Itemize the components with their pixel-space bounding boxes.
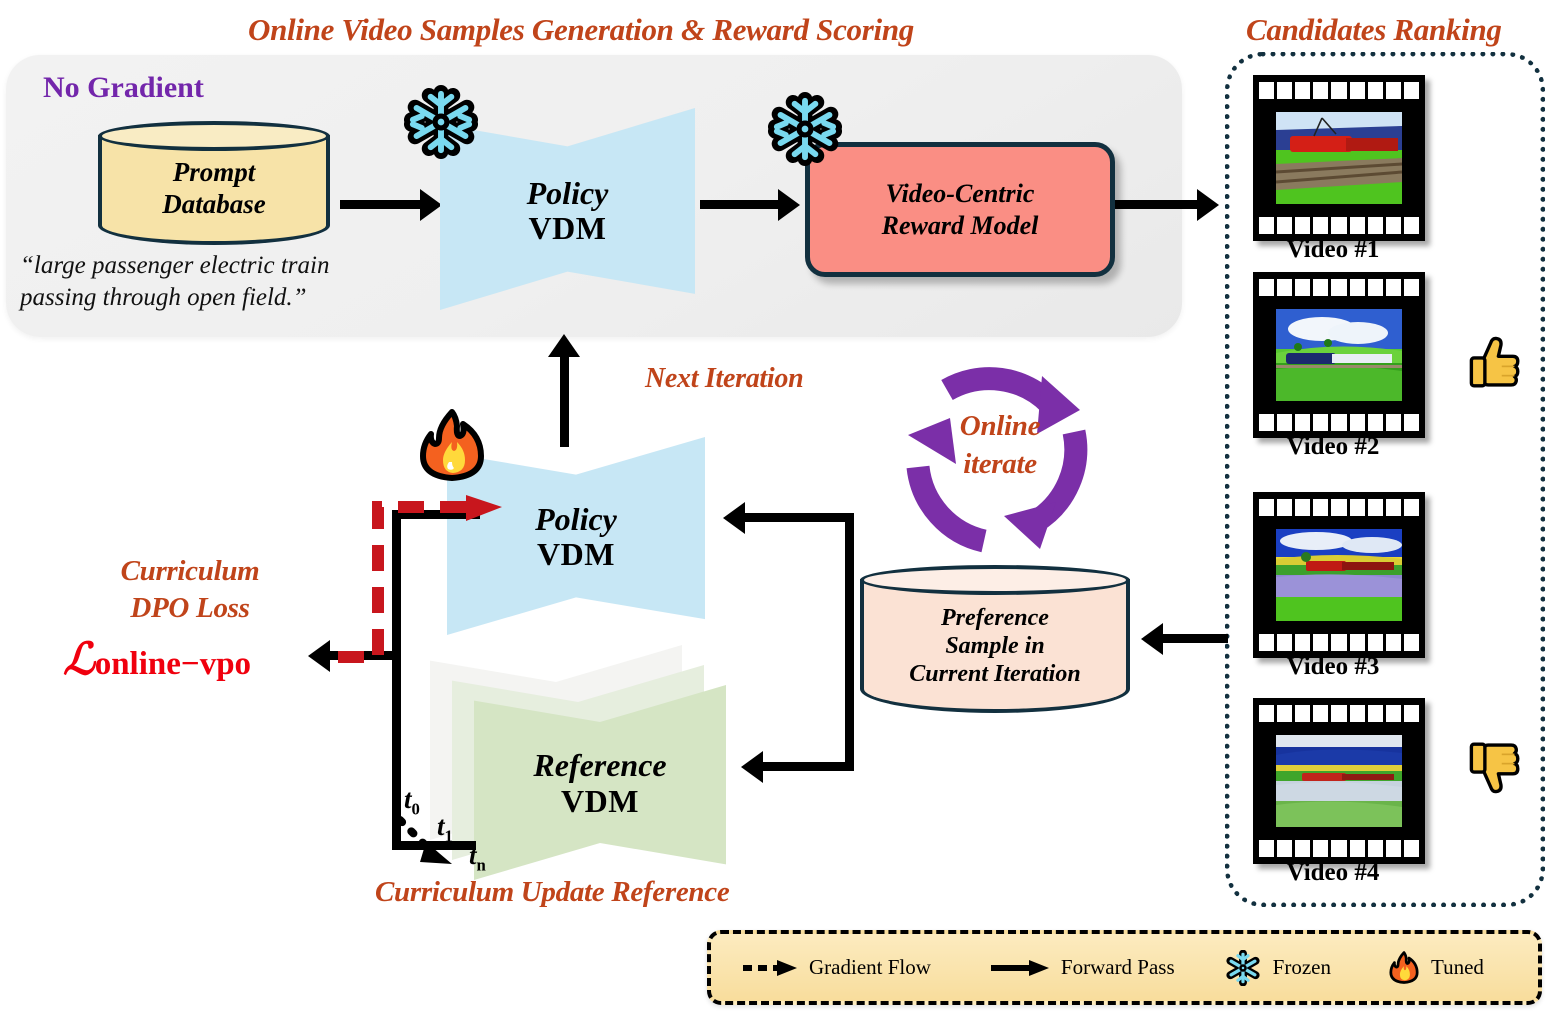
video-thumbnail-1[interactable] xyxy=(1253,75,1425,241)
filmstrip-perforations-top xyxy=(1259,499,1419,516)
arrow-preference-to-policy-head xyxy=(723,502,745,534)
filmstrip-perforations-top xyxy=(1259,705,1419,722)
snowflake-icon xyxy=(1226,949,1260,986)
t0-base: t xyxy=(404,784,412,814)
filmstrip-perforations-bottom xyxy=(1259,217,1419,234)
t1-base: t xyxy=(437,811,445,841)
loss-formula: ℒonline−vpo xyxy=(63,634,251,685)
arrow-policy-to-reward-line xyxy=(700,200,784,209)
curriculum-dpo-loss-line2: DPO Loss xyxy=(130,592,250,624)
reward-model-line2: Reward Model xyxy=(881,210,1039,240)
gradient-flow-arrow xyxy=(338,495,502,663)
reference-line1: Reference xyxy=(533,747,667,784)
preference-db-line2: Sample in xyxy=(945,632,1045,659)
arrow-next-iteration-head xyxy=(548,334,580,357)
dashed-arrow-icon xyxy=(743,959,797,976)
arrow-reward-to-ranking-line xyxy=(1115,200,1203,209)
video-frame-2 xyxy=(1276,309,1402,401)
reward-model-line1: Video-Centric xyxy=(885,179,1035,209)
arrow-preference-to-policy-line xyxy=(745,513,850,522)
legend-label-forward-pass: Forward Pass xyxy=(1060,955,1175,979)
solid-arrow-icon xyxy=(990,959,1049,976)
filmstrip-perforations-top xyxy=(1259,82,1419,99)
video-label-3: Video #3 xyxy=(1286,653,1380,680)
prompt-quote-line2: passing through open field.” xyxy=(20,284,307,311)
tn-label: tn xyxy=(469,840,486,875)
t0-label: t0 xyxy=(404,784,420,819)
arrow-reward-to-ranking-head xyxy=(1197,189,1219,221)
legend-label-frozen: Frozen xyxy=(1272,955,1331,979)
legend-item-frozen: Frozen xyxy=(1225,949,1331,986)
video-label-2: Video #2 xyxy=(1286,433,1380,460)
curriculum-dpo-loss-line1: Curriculum xyxy=(120,555,260,587)
filmstrip-perforations-bottom xyxy=(1259,414,1419,431)
video-thumbnail-4[interactable] xyxy=(1253,698,1425,864)
t1-sub: 1 xyxy=(444,826,453,846)
policy-top-line2: VDM xyxy=(528,210,607,246)
next-iteration-label: Next Iteration xyxy=(645,363,804,394)
snowflake-icon xyxy=(768,92,842,166)
legend-label-tuned: Tuned xyxy=(1430,955,1484,979)
preference-sample-cylinder: Preference Sample in Current Iteration xyxy=(860,565,1130,713)
arrow-ranking-to-preference-line xyxy=(1163,634,1228,643)
prompt-database-cylinder: Prompt Database xyxy=(98,121,330,245)
t1-label: t1 xyxy=(437,811,453,846)
video-thumbnail-2[interactable] xyxy=(1253,272,1425,438)
video-frame-3 xyxy=(1276,529,1402,621)
prompt-db-line2: Database xyxy=(162,189,266,219)
tn-base: t xyxy=(469,840,477,870)
online-iterate-label-line1: Online xyxy=(959,410,1041,442)
arrow-db-to-policy-line xyxy=(340,200,426,209)
loss-subscript: online−vpo xyxy=(94,646,252,682)
filmstrip-perforations-bottom xyxy=(1259,634,1419,651)
fire-icon xyxy=(1389,950,1419,984)
arrow-next-iteration-line xyxy=(560,357,569,447)
video-frame-4 xyxy=(1276,735,1402,827)
reference-line2: VDM xyxy=(561,782,639,819)
loss-output-head xyxy=(308,640,330,672)
policy-bottom-line2: VDM xyxy=(537,536,615,572)
legend-item-gradient-flow: Gradient Flow xyxy=(741,955,931,980)
filmstrip-perforations-bottom xyxy=(1259,840,1419,857)
ranking-section-title: Candidates Ranking xyxy=(1246,12,1502,47)
legend-label-gradient-flow: Gradient Flow xyxy=(809,955,931,979)
arrow-preference-trunk xyxy=(845,513,854,771)
preference-db-line1: Preference xyxy=(941,604,1049,631)
generation-section-title: Online Video Samples Generation & Reward… xyxy=(248,12,914,47)
video-thumbnail-3[interactable] xyxy=(1253,492,1425,658)
preference-db-line3: Current Iteration xyxy=(909,661,1081,688)
arrow-preference-to-reference-head xyxy=(741,751,763,783)
prompt-quote-line1: “large passenger electric train xyxy=(20,252,330,279)
no-gradient-label: No Gradient xyxy=(43,71,204,104)
prompt-db-line1: Prompt xyxy=(172,157,256,188)
filmstrip-perforations-top xyxy=(1259,279,1419,296)
fire-icon xyxy=(420,409,484,481)
prompt-quote: “large passenger electric train passing … xyxy=(20,250,420,314)
arrow-ranking-to-preference-head xyxy=(1141,623,1163,655)
snowflake-icon xyxy=(404,85,478,159)
policy-bottom-line1: Policy xyxy=(535,500,617,537)
tn-sub: n xyxy=(476,855,486,875)
video-label-1: Video #1 xyxy=(1286,236,1380,263)
policy-top-line1: Policy xyxy=(526,174,609,211)
video-centric-reward-model: Video-Centric Reward Model xyxy=(805,142,1115,277)
thumbs-down-icon xyxy=(1469,742,1520,794)
online-iterate-label-line2: iterate xyxy=(963,448,1037,480)
arrow-policy-to-reward-head xyxy=(778,189,800,221)
loss-symbol: ℒ xyxy=(63,635,95,684)
arrow-preference-to-reference-line xyxy=(763,762,851,771)
curriculum-update-reference-label: Curriculum Update Reference xyxy=(375,876,730,908)
legend-item-forward-pass: Forward Pass xyxy=(989,955,1175,980)
legend-panel: Gradient Flow Forward Pass Frozen Tuned xyxy=(707,930,1542,1005)
video-label-4: Video #4 xyxy=(1286,859,1380,886)
arrow-db-to-policy-head xyxy=(420,189,442,221)
t0-sub: 0 xyxy=(411,799,420,819)
video-frame-1 xyxy=(1276,112,1402,204)
legend-item-tuned: Tuned xyxy=(1389,950,1484,986)
thumbs-up-icon xyxy=(1469,336,1520,388)
